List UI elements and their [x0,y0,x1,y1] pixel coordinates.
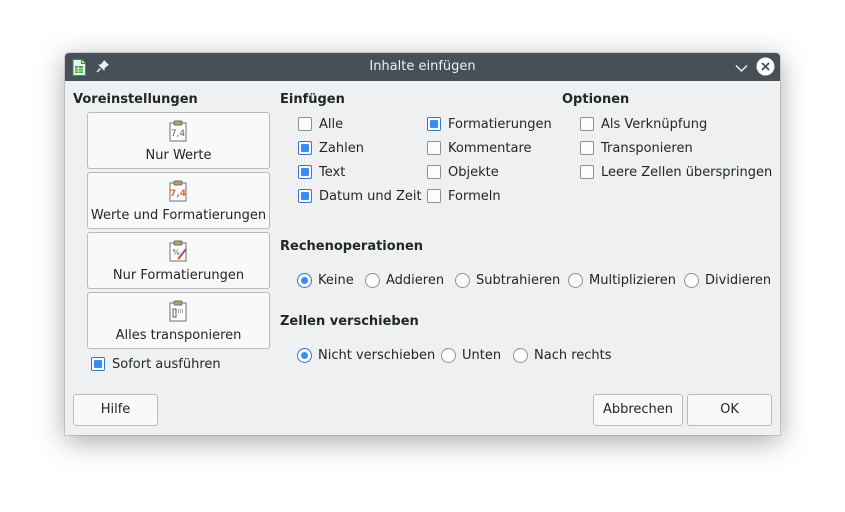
operation-divide-dot[interactable] [684,272,699,288]
paste-all-box[interactable] [298,117,312,131]
paste-formats-label: Formatierungen [448,116,552,132]
presets-heading: Voreinstellungen [73,92,198,107]
paste-heading: Einfügen [280,92,345,107]
operation-none-label: Keine [318,272,354,288]
operation-subtract-radio[interactable]: Subtrahieren [455,271,560,289]
shift-down-label: Unten [462,347,502,363]
paste-formulas-label: Formeln [448,188,501,204]
values-formats-button[interactable]: 7,4 Werte und Formatierungen [87,172,270,229]
transpose-all-button[interactable]: Alles transponieren [87,292,270,349]
minimize-icon[interactable] [735,62,748,77]
as-link-checkbox[interactable]: Als Verknüpfung [580,115,707,133]
paste-formulas-box[interactable] [427,189,441,203]
skip-empty-box[interactable] [580,165,594,179]
paste-text-box[interactable] [298,165,312,179]
paste-all-label: Alle [319,116,344,132]
paste-objects-box[interactable] [427,165,441,179]
paste-special-dialog: Inhalte einfügen Voreinstellungen 7,4 Nu… [65,53,780,435]
transpose-all-label: Alles transponieren [115,328,242,343]
window-title: Inhalte einfügen [369,59,476,74]
operation-none-radio[interactable]: Keine [297,271,354,289]
shift-right-dot[interactable] [513,347,528,363]
svg-text:%: % [172,248,180,257]
formats-only-icon: % [167,240,189,262]
as-link-label: Als Verknüpfung [601,116,708,132]
values-only-button[interactable]: 7,4 Nur Werte [87,112,270,169]
dialog-content: Voreinstellungen 7,4 Nur Werte 7,4 Werte… [65,81,780,435]
shift-down-dot[interactable] [441,347,456,363]
paste-formats-checkbox[interactable]: Formatierungen [427,115,552,133]
operation-none-dot[interactable] [297,272,312,288]
paste-datetime-label: Datum und Zeit [319,188,422,204]
transpose-all-icon [167,300,189,322]
values-only-icon: 7,4 [167,120,189,142]
paste-comments-box[interactable] [427,141,441,155]
paste-formulas-checkbox[interactable]: Formeln [427,187,501,205]
svg-text:7,4: 7,4 [171,129,186,139]
title-bar[interactable]: Inhalte einfügen [65,53,780,81]
paste-numbers-label: Zahlen [319,140,364,156]
skip-empty-label: Leere Zellen überspringen [601,164,773,180]
paste-comments-checkbox[interactable]: Kommentare [427,139,532,157]
shift-none-dot[interactable] [297,347,312,363]
run-immediately-label: Sofort ausführen [112,356,221,372]
paste-comments-label: Kommentare [448,140,532,156]
shift-heading: Zellen verschieben [280,314,419,329]
options-heading: Optionen [562,92,630,107]
paste-numbers-checkbox[interactable]: Zahlen [298,139,364,157]
as-link-box[interactable] [580,117,594,131]
close-icon[interactable] [756,57,775,80]
values-formats-icon: 7,4 [167,180,189,202]
values-only-label: Nur Werte [145,148,212,163]
operation-multiply-dot[interactable] [568,272,583,288]
paste-objects-checkbox[interactable]: Objekte [427,163,499,181]
operations-heading: Rechenoperationen [280,239,424,254]
operation-add-radio[interactable]: Addieren [365,271,444,289]
run-immediately-box[interactable] [91,357,105,371]
paste-datetime-checkbox[interactable]: Datum und Zeit [298,187,422,205]
skip-empty-checkbox[interactable]: Leere Zellen überspringen [580,163,772,181]
ok-button[interactable]: OK [687,394,772,426]
paste-numbers-box[interactable] [298,141,312,155]
operation-add-label: Addieren [386,272,445,288]
paste-text-checkbox[interactable]: Text [298,163,345,181]
formats-only-button[interactable]: % Nur Formatierungen [87,232,270,289]
operation-divide-radio[interactable]: Dividieren [684,271,771,289]
shift-down-radio[interactable]: Unten [441,346,501,364]
operation-multiply-label: Multiplizieren [589,272,676,288]
cancel-button[interactable]: Abbrechen [593,394,683,426]
paste-all-checkbox[interactable]: Alle [298,115,343,133]
operation-subtract-dot[interactable] [455,272,470,288]
shift-none-label: Nicht verschieben [318,347,436,363]
shift-none-radio[interactable]: Nicht verschieben [297,346,435,364]
formats-only-label: Nur Formatierungen [112,268,245,283]
paste-text-label: Text [319,164,346,180]
run-immediately-checkbox[interactable]: Sofort ausführen [91,355,221,373]
transpose-label: Transponieren [601,140,693,156]
operation-divide-label: Dividieren [705,272,772,288]
operation-add-dot[interactable] [365,272,380,288]
shift-right-radio[interactable]: Nach rechts [513,346,612,364]
operation-subtract-label: Subtrahieren [476,272,561,288]
paste-formats-box[interactable] [427,117,441,131]
operation-multiply-radio[interactable]: Multiplizieren [568,271,676,289]
transpose-box[interactable] [580,141,594,155]
paste-objects-label: Objekte [448,164,499,180]
transpose-checkbox[interactable]: Transponieren [580,139,693,157]
values-formats-label: Werte und Formatierungen [90,208,267,223]
svg-text:7,4: 7,4 [170,189,186,199]
help-button[interactable]: Hilfe [73,394,158,426]
paste-datetime-box[interactable] [298,189,312,203]
shift-right-label: Nach rechts [534,347,612,363]
